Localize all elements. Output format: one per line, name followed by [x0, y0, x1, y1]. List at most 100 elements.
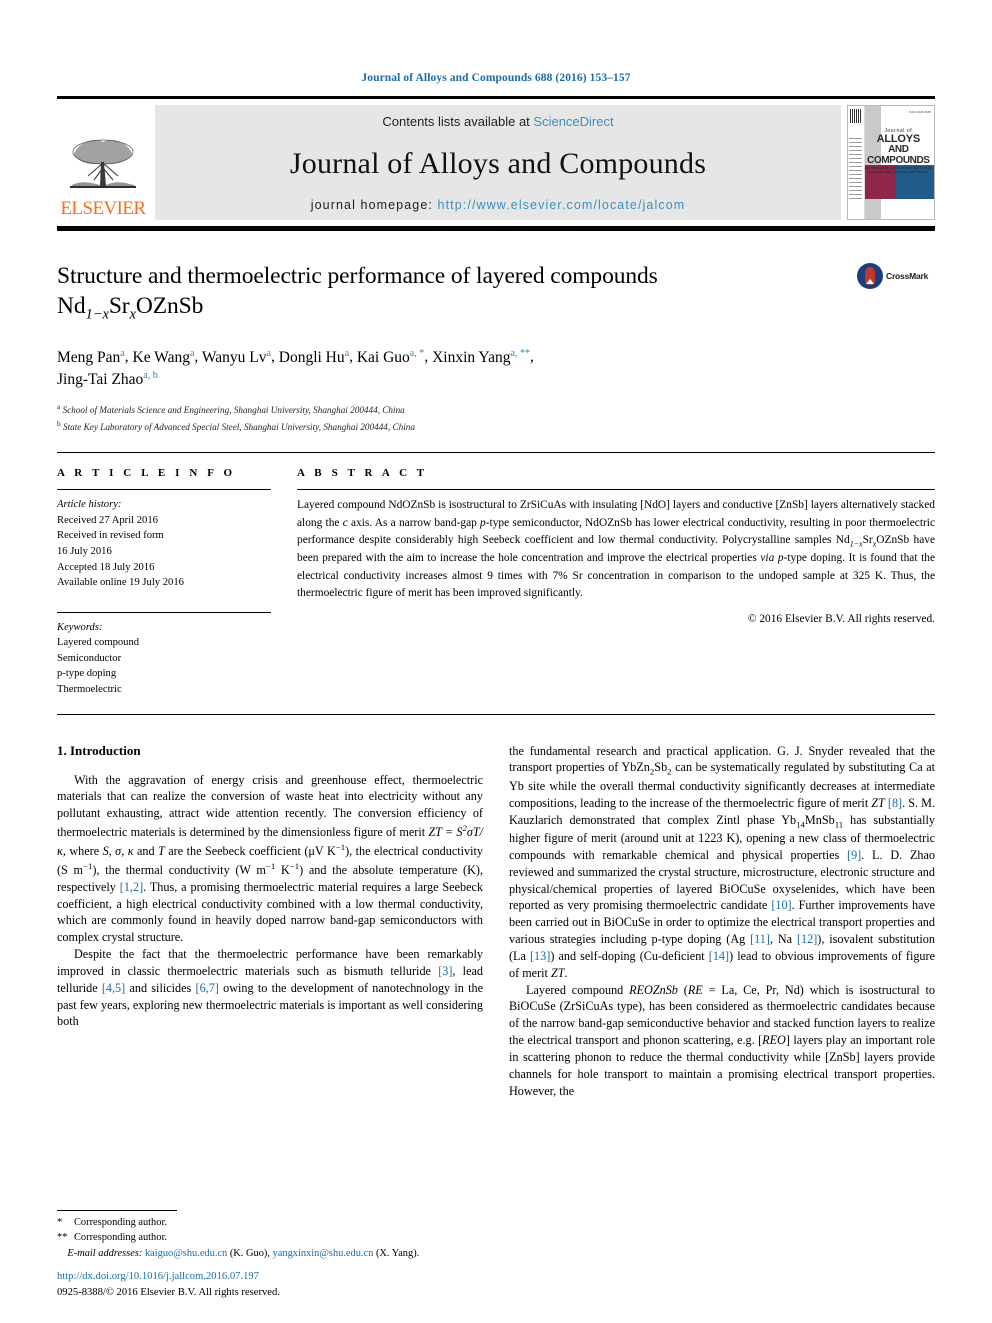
footnote-item: * Corresponding author.: [57, 1215, 468, 1230]
body-left-column: 1. Introduction With the aggravation of …: [57, 743, 483, 1100]
running-head: Journal of Alloys and Compounds 688 (201…: [361, 72, 631, 84]
abstract-rule: [297, 489, 935, 491]
keywords-rule: [57, 611, 271, 613]
history-item: Received in revised form: [57, 530, 164, 542]
article-page: Journal of Alloys and Compounds 688 (201…: [0, 0, 992, 1323]
email-link[interactable]: kaiguo@shu.edu.cn: [145, 1248, 227, 1259]
body-right-column: the fundamental research and practical a…: [509, 743, 935, 1100]
citation-link[interactable]: [14]: [709, 949, 729, 963]
masthead-top-rule: [57, 96, 935, 99]
keyword-item: Semiconductor: [57, 652, 122, 664]
body-paragraph: the fundamental research and practical a…: [509, 743, 935, 980]
author-item: Kai Guoa, *: [356, 347, 425, 366]
contents-available-line: Contents lists available at ScienceDirec…: [382, 114, 613, 129]
email-link[interactable]: yangxinxin@shu.edu.cn: [273, 1248, 374, 1259]
cover-toc-lines: [849, 137, 864, 202]
article-info-column: A R T I C L E I N F O Article history: R…: [57, 467, 297, 697]
history-label: Article history:: [57, 499, 122, 511]
affiliation-list: a School of Materials Science and Engine…: [57, 401, 935, 435]
citation-link[interactable]: [3]: [438, 964, 452, 978]
title-main: Structure and thermoelectric performance…: [57, 261, 857, 324]
article-info-rule: [57, 489, 271, 491]
author-item: Ke Wanga: [132, 347, 195, 366]
author-item: Jing-Tai Zhaoa, b: [57, 370, 158, 389]
journal-homepage-line: journal homepage: http://www.elsevier.co…: [311, 198, 686, 212]
homepage-url-link[interactable]: http://www.elsevier.com/locate/jalcom: [438, 198, 686, 212]
citation-link[interactable]: [12]: [797, 932, 817, 946]
journal-title: Journal of Alloys and Compounds: [289, 146, 707, 180]
email-label: E-mail addresses:: [67, 1247, 143, 1259]
author-list: Meng Pana, Ke Wanga, Wanyu Lva, Dongli H…: [57, 347, 534, 389]
citation-link[interactable]: [9]: [847, 848, 861, 862]
contents-prefix: Contents lists available at: [382, 114, 534, 129]
doi-block: http://dx.doi.org/10.1016/j.jallcom.2016…: [57, 1269, 280, 1301]
sciencedirect-link[interactable]: ScienceDirect: [533, 114, 613, 129]
keyword-item: p-type doping: [57, 668, 117, 680]
elsevier-logo: ELSEVIER: [57, 105, 149, 220]
author-item: Dongli Hua: [278, 347, 350, 366]
author-item: Meng Pana: [57, 347, 125, 366]
citation-link[interactable]: [10]: [771, 898, 791, 912]
body-columns: 1. Introduction With the aggravation of …: [57, 743, 935, 1100]
author-item: Wanyu Lva: [201, 347, 271, 366]
issn-copyright-line: 0925-8388/© 2016 Elsevier B.V. All right…: [57, 1287, 280, 1299]
article-history: Article history: Received 27 April 2016 …: [57, 497, 271, 590]
citation-link[interactable]: [6,7]: [196, 981, 219, 995]
footnote-block: * Corresponding author. ** Corresponding a…: [57, 1209, 468, 1261]
body-paragraph: Despite the fact that the thermoelectric…: [57, 947, 484, 1029]
cover-line3: AND COMPOUNDS: [867, 144, 930, 166]
citation-link[interactable]: [8]: [888, 796, 902, 810]
info-abstract-row: A R T I C L E I N F O Article history: R…: [57, 453, 935, 697]
email-owner: (X. Yang).: [375, 1247, 420, 1259]
affiliation-item: a School of Materials Science and Engine…: [57, 401, 405, 415]
title-line1: Structure and thermoelectric performance…: [57, 263, 658, 289]
elsevier-wordmark: ELSEVIER: [60, 198, 147, 219]
journal-cover-thumbnail: Journal of ALLOYS AND COMPOUNDS An Inter…: [847, 105, 935, 220]
info-bottom-rule: [57, 713, 935, 715]
title-formula: Nd1−xSrxOZnSb: [57, 293, 204, 323]
abstract-body: Layered compound NdOZnSb is isostructura…: [297, 499, 935, 600]
cover-title-text: Journal of ALLOYS AND COMPOUNDS An Inter…: [864, 128, 932, 175]
crossmark-label: CrossMark: [886, 271, 929, 281]
cover-barcode-icon: [850, 109, 861, 123]
keyword-item: Thermoelectric: [57, 683, 122, 695]
abstract-heading: A B S T R A C T: [297, 467, 428, 480]
keyword-item: Layered compound: [57, 637, 140, 649]
affiliation-item: b State Key Laboratory of Advanced Speci…: [57, 418, 415, 432]
crossmark-badge[interactable]: CrossMark: [857, 261, 935, 289]
masthead-center-panel: Contents lists available at ScienceDirec…: [155, 105, 841, 220]
citation-link[interactable]: [13]: [530, 949, 550, 963]
footnote-item: ** Corresponding author.: [57, 1230, 468, 1245]
citation-link[interactable]: [1,2]: [120, 880, 143, 894]
body-paragraph: With the aggravation of energy crisis an…: [57, 772, 484, 945]
section-title-introduction: 1. Introduction: [57, 742, 141, 758]
footnote-email-line: E-mail addresses: kaiguo@shu.edu.cn (K. …: [67, 1247, 420, 1259]
article-info-heading: A R T I C L E I N F O: [57, 467, 236, 480]
masthead-bottom-rule: [57, 226, 935, 231]
elsevier-tree-icon: [70, 139, 136, 188]
footnote-marker: **: [57, 1232, 68, 1244]
body-paragraph: Layered compound REOZnSb (RE = La, Ce, P…: [509, 982, 936, 1098]
history-item: Available online 19 July 2016: [57, 577, 184, 589]
keywords-label: Keywords:: [57, 621, 103, 633]
homepage-prefix: journal homepage:: [310, 198, 438, 212]
title-block: Structure and thermoelectric performance…: [57, 261, 935, 324]
footnote-marker: *: [57, 1216, 63, 1228]
keywords-block: Keywords: Layered compound Semiconductor…: [57, 611, 271, 698]
doi-link[interactable]: http://dx.doi.org/10.1016/j.jallcom.2016…: [57, 1269, 280, 1285]
page-title: Structure and thermoelectric performance…: [57, 261, 843, 324]
author-item: Xinxin Yanga, **: [432, 347, 531, 366]
history-item: 16 July 2016: [57, 546, 112, 558]
cover-line4: An International Journal of Materials Sc…: [864, 166, 932, 174]
cover-corner-note: ISSN 0925-8388: [908, 110, 931, 114]
history-item: Received 27 April 2016: [57, 514, 158, 526]
journal-masthead: ELSEVIER Contents lists available at Sci…: [57, 105, 935, 220]
citation-link[interactable]: [11]: [750, 932, 770, 946]
crossmark-icon: [857, 263, 883, 289]
footnote-rule: [57, 1209, 177, 1211]
email-owner: (K. Guo): [229, 1247, 268, 1259]
citation-link[interactable]: [4,5]: [102, 981, 125, 995]
history-item: Accepted 18 July 2016: [57, 561, 155, 573]
abstract-column: A B S T R A C T Layered compound NdOZnSb…: [297, 467, 935, 697]
abstract-copyright: © 2016 Elsevier B.V. All rights reserved…: [747, 613, 935, 626]
